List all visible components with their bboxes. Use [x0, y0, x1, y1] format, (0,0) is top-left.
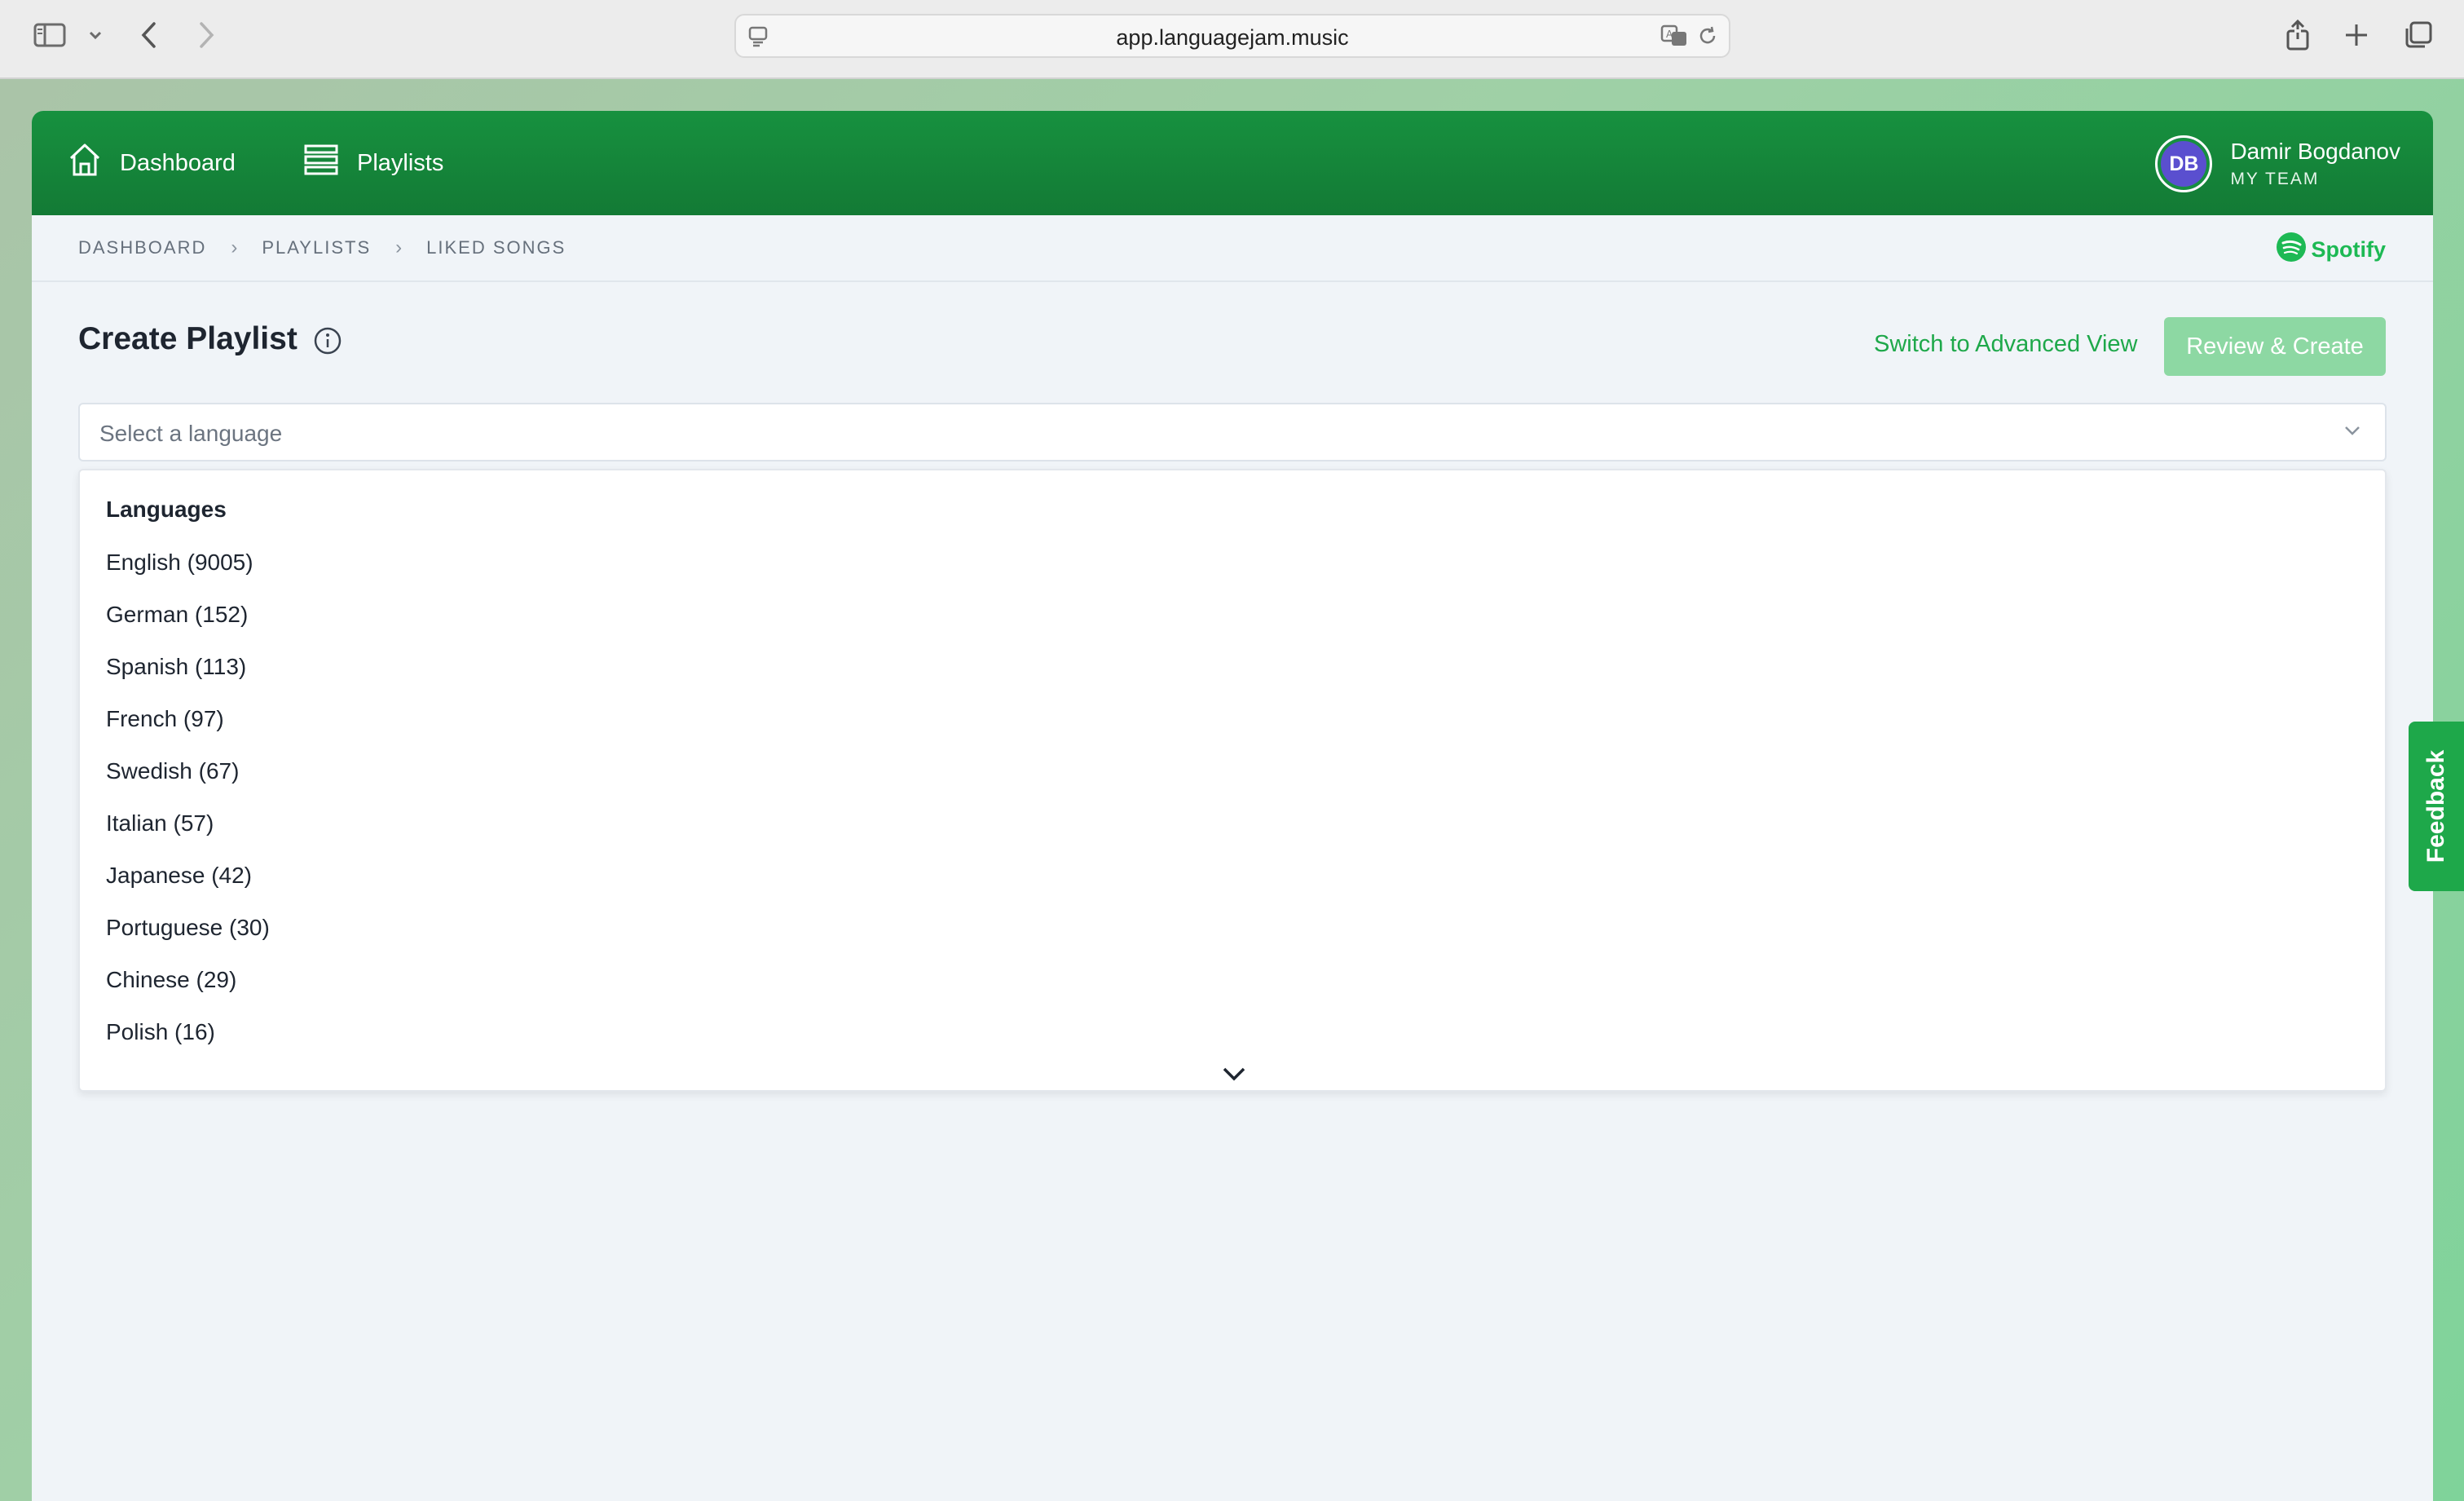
info-icon[interactable] — [313, 326, 342, 360]
nav-playlists-label: Playlists — [357, 149, 444, 176]
list-icon — [303, 143, 339, 183]
breadcrumb-bar: DASHBOARD › PLAYLISTS › LIKED SONGS Spot… — [32, 215, 2433, 282]
tabs-icon[interactable] — [2400, 16, 2437, 54]
sidebar-icon[interactable] — [31, 16, 68, 54]
chevron-down-icon — [2343, 424, 2362, 441]
language-option-english[interactable]: English (9005) — [106, 548, 270, 600]
nav-dashboard[interactable]: Dashboard — [68, 142, 236, 184]
dropdown-group-header: Languages — [106, 497, 227, 522]
review-create-button[interactable]: Review & Create — [2164, 317, 2386, 376]
translate-icon[interactable]: A — [1660, 24, 1690, 51]
browser-toolbar: app.languagejam.music A — [0, 0, 2464, 79]
user-menu[interactable]: DB Damir Bogdanov MY TEAM — [2155, 132, 2400, 196]
language-dropdown: Languages English (9005) German (152) Sp… — [78, 469, 2387, 1092]
page-title: Create Playlist — [78, 321, 298, 356]
share-icon[interactable] — [2279, 16, 2316, 54]
spotify-icon — [2276, 232, 2307, 268]
language-options: English (9005) German (152) Spanish (113… — [106, 548, 270, 1070]
language-select-placeholder: Select a language — [99, 421, 283, 446]
chevron-down-icon[interactable] — [77, 16, 114, 54]
breadcrumb-separator-icon: › — [231, 236, 238, 258]
language-option-chinese[interactable]: Chinese (29) — [106, 965, 270, 1018]
url-text: app.languagejam.music — [1116, 25, 1349, 50]
home-icon — [68, 142, 102, 184]
breadcrumb-liked-songs[interactable]: LIKED SONGS — [426, 237, 566, 258]
breadcrumb-playlists[interactable]: PLAYLISTS — [262, 237, 371, 258]
user-name: Damir Bogdanov — [2230, 139, 2400, 164]
language-option-portuguese[interactable]: Portuguese (30) — [106, 913, 270, 965]
language-option-spanish[interactable]: Spanish (113) — [106, 652, 270, 704]
language-option-swedish[interactable]: Swedish (67) — [106, 757, 270, 809]
back-icon[interactable] — [130, 16, 168, 54]
reload-icon[interactable] — [1696, 24, 1719, 51]
nav-playlists[interactable]: Playlists — [303, 142, 443, 184]
svg-text:A: A — [1666, 29, 1673, 40]
forward-icon[interactable] — [187, 16, 225, 54]
scroll-more-chevron-icon[interactable] — [1221, 1066, 1247, 1086]
nav-dashboard-label: Dashboard — [120, 149, 236, 176]
plus-icon[interactable] — [2338, 16, 2375, 54]
feedback-label: Feedback — [2422, 749, 2449, 863]
top-navigation: Dashboard Playlists DB Damir Bogdanov MY… — [32, 111, 2433, 215]
language-option-german[interactable]: German (152) — [106, 600, 270, 652]
breadcrumb: DASHBOARD › PLAYLISTS › LIKED SONGS — [78, 236, 566, 259]
language-option-polish[interactable]: Polish (16) — [106, 1018, 270, 1070]
breadcrumb-separator-icon: › — [395, 236, 403, 258]
user-team: MY TEAM — [2230, 170, 2320, 188]
feedback-tab[interactable]: Feedback — [2409, 722, 2464, 891]
switch-advanced-view-link[interactable]: Switch to Advanced View — [1874, 331, 2138, 358]
language-option-japanese[interactable]: Japanese (42) — [106, 861, 270, 913]
spotify-logo: Spotify — [2276, 232, 2387, 268]
breadcrumb-dashboard[interactable]: DASHBOARD — [78, 237, 206, 258]
language-option-french[interactable]: French (97) — [106, 704, 270, 757]
language-select[interactable]: Select a language — [78, 403, 2387, 461]
avatar: DB — [2155, 135, 2213, 192]
language-option-italian[interactable]: Italian (57) — [106, 809, 270, 861]
address-bar[interactable]: app.languagejam.music A — [734, 14, 1730, 58]
app-window: Dashboard Playlists DB Damir Bogdanov MY… — [32, 111, 2433, 1501]
spotify-label: Spotify — [2311, 237, 2387, 262]
